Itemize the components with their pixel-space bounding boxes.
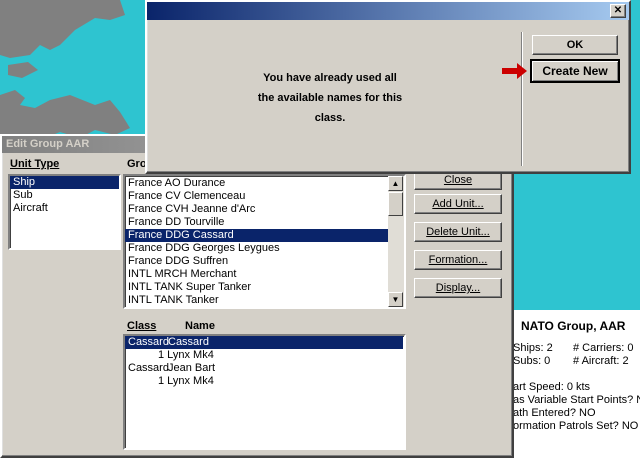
alert-message: You have already used all the available … bbox=[245, 68, 415, 128]
arrow-right-icon bbox=[502, 63, 527, 79]
formation-button[interactable]: Formation... bbox=[414, 250, 502, 270]
group-list-rows: France AO Durance France CV Clemenceau Fra… bbox=[125, 177, 389, 307]
unit-row[interactable]: CassardCassard bbox=[125, 336, 403, 349]
unit-class: Cassard bbox=[128, 362, 169, 374]
subs-count: Subs: 0 bbox=[513, 355, 551, 367]
unit-type-label: Unit Type bbox=[10, 158, 60, 170]
scroll-down-arrow-icon[interactable]: ▼ bbox=[388, 292, 403, 307]
group-list-item[interactable]: France CV Clemenceau bbox=[125, 190, 389, 203]
unit-type-sub[interactable]: Sub bbox=[10, 189, 119, 202]
alert-titlebar[interactable] bbox=[147, 2, 629, 20]
unit-class: Cassard bbox=[128, 336, 169, 348]
add-unit-button[interactable]: Add Unit... bbox=[414, 194, 502, 214]
unit-type-list[interactable]: Ship Sub Aircraft bbox=[8, 174, 121, 250]
variable-start-points: as Variable Start Points? NO bbox=[513, 394, 640, 406]
class-header: Class bbox=[127, 320, 157, 332]
scroll-thumb[interactable] bbox=[388, 192, 403, 216]
edit-group-dialog: Edit Group AAR Unit Type Ship Sub Aircra… bbox=[0, 134, 514, 458]
unit-type-aircraft[interactable]: Aircraft bbox=[10, 202, 119, 215]
path-entered: ath Entered? NO bbox=[513, 407, 596, 419]
unit-row[interactable]: 1 Lynx Mk4 bbox=[125, 375, 404, 388]
alert-dialog: ✕ You have already used all the availabl… bbox=[145, 0, 631, 174]
create-new-button[interactable]: Create New bbox=[530, 59, 620, 83]
group-list-item[interactable]: France DDG Cassard bbox=[125, 229, 389, 242]
group-list-scrollbar[interactable]: ▲ ▼ bbox=[388, 176, 404, 307]
group-label: Gro bbox=[127, 158, 147, 170]
ok-button[interactable]: OK bbox=[532, 35, 618, 55]
start-speed: art Speed: 0 kts bbox=[513, 381, 591, 393]
group-list[interactable]: France AO Durance France CV Clemenceau Fra… bbox=[123, 174, 406, 309]
alert-message-line: the available names for this bbox=[257, 92, 403, 104]
group-info-title: NATO Group, AAR bbox=[521, 319, 626, 333]
unit-row[interactable]: CassardJean Bart bbox=[125, 362, 404, 375]
display-button[interactable]: Display... bbox=[414, 278, 502, 298]
unit-row[interactable]: 1 Lynx Mk4 bbox=[125, 349, 404, 362]
alert-separator bbox=[521, 32, 523, 166]
scroll-up-arrow-icon[interactable]: ▲ bbox=[388, 176, 403, 191]
name-header: Name bbox=[185, 320, 215, 332]
unit-type-ship[interactable]: Ship bbox=[10, 176, 119, 189]
formation-patrols: ormation Patrols Set? NO bbox=[513, 420, 639, 432]
unit-name: Jean Bart bbox=[168, 362, 216, 374]
unit-name: Cassard bbox=[168, 336, 209, 348]
group-list-item[interactable]: INTL MRCH Merchant bbox=[125, 268, 389, 281]
ships-count: Ships: 2 bbox=[513, 342, 553, 354]
group-list-item[interactable]: France CVH Jeanne d'Arc bbox=[125, 203, 389, 216]
group-list-item[interactable]: INTL TANK Tanker bbox=[125, 294, 389, 307]
alert-message-line: You have already used all bbox=[263, 72, 397, 84]
carriers-count: # Carriers: 0 bbox=[573, 342, 634, 354]
group-list-item[interactable]: France DDG Suffren bbox=[125, 255, 389, 268]
close-icon[interactable]: ✕ bbox=[610, 4, 626, 18]
group-list-item[interactable]: INTL TANK Super Tanker bbox=[125, 281, 389, 294]
aircraft-count: # Aircraft: 2 bbox=[573, 355, 629, 367]
unit-list[interactable]: CassardCassard 1 Lynx Mk4 CassardJean Ba… bbox=[123, 334, 406, 450]
alert-message-line: class. bbox=[314, 112, 346, 124]
delete-unit-button[interactable]: Delete Unit... bbox=[414, 222, 502, 242]
group-list-item[interactable]: France AO Durance bbox=[125, 177, 389, 190]
group-list-item[interactable]: France DD Tourville bbox=[125, 216, 389, 229]
group-list-item[interactable]: France DDG Georges Leygues bbox=[125, 242, 389, 255]
